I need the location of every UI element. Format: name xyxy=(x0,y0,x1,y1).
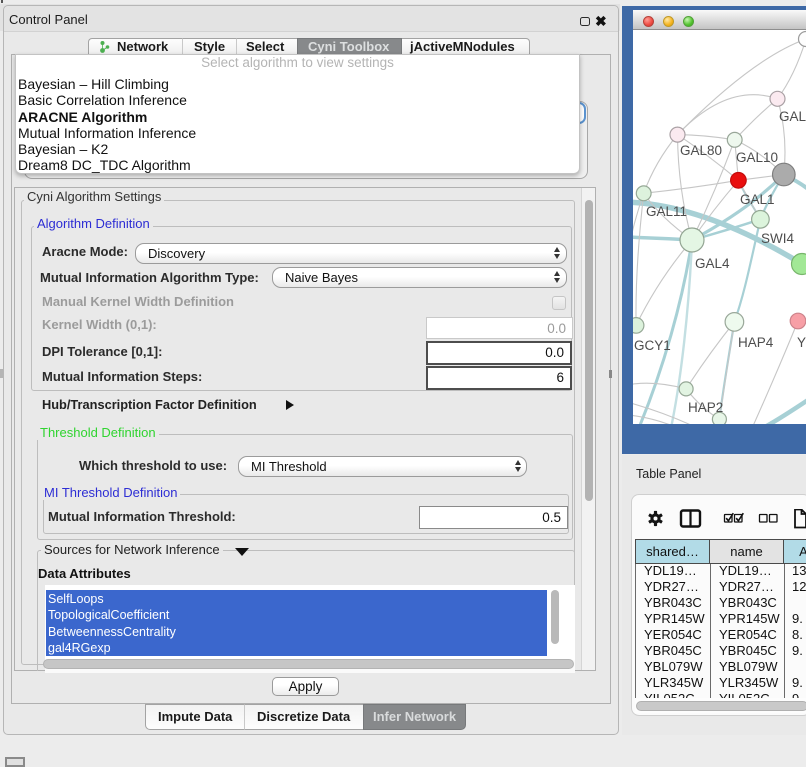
svg-text:HAP2: HAP2 xyxy=(688,400,723,415)
svg-text:HAP4: HAP4 xyxy=(738,335,774,350)
svg-text:GAL4: GAL4 xyxy=(695,256,730,271)
svg-text:SWI4: SWI4 xyxy=(761,231,794,246)
svg-text:YE: YE xyxy=(797,335,806,350)
svg-text:GAL80: GAL80 xyxy=(680,143,722,158)
svg-text:GAL10: GAL10 xyxy=(736,150,778,165)
svg-text:GCY1: GCY1 xyxy=(634,338,671,353)
svg-text:GAL2: GAL2 xyxy=(779,109,806,124)
svg-text:GAL1: GAL1 xyxy=(740,192,775,207)
svg-text:GAL11: GAL11 xyxy=(646,204,687,219)
